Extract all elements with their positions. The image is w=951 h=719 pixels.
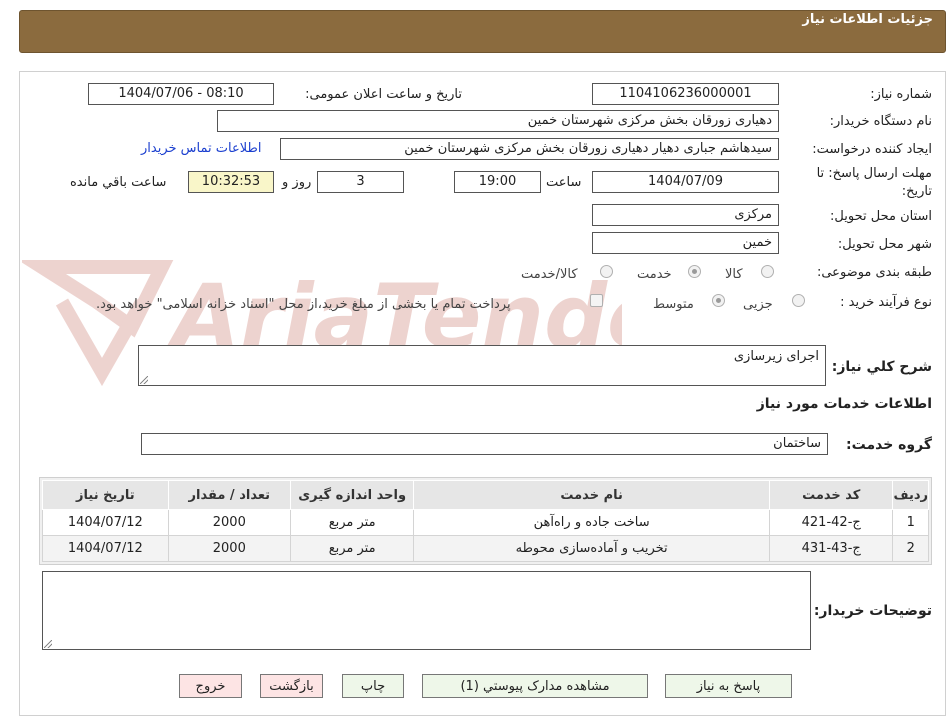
cell-row-number: 2 <box>892 535 929 562</box>
creator-label: ایجاد کننده درخواست: <box>812 142 932 157</box>
buyer-notes-textarea[interactable] <box>42 571 811 650</box>
page-title: جزئیات اطلاعات نیاز <box>802 12 933 27</box>
category-goods-label: کالا <box>725 267 743 282</box>
remaining-time-field: 10:32:53 <box>188 171 274 193</box>
need-number-label: شماره نیاز: <box>870 87 932 102</box>
cell-unit: متر مربع <box>289 509 415 536</box>
back-button[interactable]: بازگشت <box>260 674 323 698</box>
col-need-date: تاریخ نیاز <box>42 480 169 510</box>
cell-quantity: 2000 <box>167 535 291 562</box>
category-goods-radio[interactable] <box>761 265 774 278</box>
cell-unit: متر مربع <box>289 535 415 562</box>
view-attachments-button[interactable]: مشاهده مدارک پیوستي (1) <box>422 674 648 698</box>
cell-row-number: 1 <box>892 509 929 536</box>
announce-field: 1404/07/06 - 08:10 <box>88 83 274 105</box>
process-medium-radio[interactable] <box>712 294 725 307</box>
print-button[interactable]: چاپ <box>342 674 404 698</box>
cell-service-code: ج-43-431 <box>768 535 894 562</box>
process-minor-label: جزیی <box>743 297 773 312</box>
col-service-code: کد خدمت <box>768 480 894 510</box>
summary-label: شرح كلي نياز: <box>831 359 932 375</box>
buyer-contact-link[interactable]: اطلاعات تماس خریدار <box>141 141 261 156</box>
cell-need-date: 1404/07/12 <box>42 509 169 536</box>
treasury-payment-note: پرداخت تمام یا بخشی از مبلغ خرید،از محل … <box>96 297 511 312</box>
table-row: 1 ج-42-421 ساخت جاده و راه‌آهن متر مربع … <box>42 509 929 536</box>
buyer-org-field: دهیاری زورقان بخش مرکزی شهرستان خمین <box>217 110 779 132</box>
process-medium-label: متوسط <box>653 297 694 312</box>
city-field: خمین <box>592 232 779 254</box>
cell-service-code: ج-42-421 <box>768 509 894 536</box>
category-service-label: خدمت <box>637 267 672 282</box>
deadline-time-field: 19:00 <box>454 171 541 193</box>
exit-button[interactable]: خروج <box>179 674 242 698</box>
services-table-wrap: ردیف کد خدمت نام خدمت واحد اندازه گیری ت… <box>39 477 932 565</box>
deadline-date-field: 1404/07/09 <box>592 171 779 193</box>
reply-button[interactable]: پاسخ به نیاز <box>665 674 792 698</box>
col-row-number: ردیف <box>892 480 929 510</box>
deadline-time-label: ساعت <box>546 175 582 190</box>
province-field: مرکزی <box>592 204 779 226</box>
col-service-name: نام خدمت <box>413 480 770 510</box>
category-goods-service-label: کالا/خدمت <box>521 267 578 282</box>
col-unit: واحد اندازه گیری <box>289 480 415 510</box>
resize-grip-icon[interactable] <box>44 640 52 648</box>
cell-service-name: تخریب و آماده‌سازی محوطه <box>413 535 770 562</box>
cell-service-name: ساخت جاده و راه‌آهن <box>413 509 770 536</box>
province-label: استان محل تحویل: <box>830 209 932 224</box>
process-label: نوع فرآیند خرید : <box>840 295 932 310</box>
category-label: طبقه بندی موضوعی: <box>816 265 932 280</box>
buyer-org-label: نام دستگاه خریدار: <box>829 114 932 129</box>
service-group-field: ساختمان <box>141 433 828 455</box>
services-table: ردیف کد خدمت نام خدمت واحد اندازه گیری ت… <box>42 480 929 562</box>
buyer-notes-label: توضیحات خریدار: <box>813 603 932 619</box>
announce-label: تاریخ و ساعت اعلان عمومی: <box>305 87 462 102</box>
category-goods-service-radio[interactable] <box>600 265 613 278</box>
summary-text: اجرای زیرسازی <box>733 349 819 364</box>
creator-field: سیدهاشم جباری دهیار دهیاری زورقان بخش مر… <box>280 138 779 160</box>
city-label: شهر محل تحویل: <box>837 237 932 252</box>
process-minor-radio[interactable] <box>792 294 805 307</box>
category-service-radio[interactable] <box>688 265 701 278</box>
services-section-title: اطلاعات خدمات مورد نياز <box>756 396 932 412</box>
need-number-field: 1104106236000001 <box>592 83 779 105</box>
deadline-label: مهلت ارسال پاسخ: تا تاریخ: <box>816 166 932 199</box>
days-field: 3 <box>317 171 404 193</box>
summary-textarea[interactable]: اجرای زیرسازی <box>138 345 826 386</box>
service-group-label: گروه خدمت: <box>846 437 932 453</box>
days-label: روز و <box>282 175 312 190</box>
resize-grip-icon[interactable] <box>140 376 148 384</box>
col-quantity: تعداد / مقدار <box>167 480 291 510</box>
table-row: 2 ج-43-431 تخریب و آماده‌سازی محوطه متر … <box>42 535 929 562</box>
cell-quantity: 2000 <box>167 509 291 536</box>
cell-need-date: 1404/07/12 <box>42 535 169 562</box>
remaining-label: ساعت باقي مانده <box>70 175 167 190</box>
treasury-payment-checkbox[interactable] <box>590 294 603 307</box>
